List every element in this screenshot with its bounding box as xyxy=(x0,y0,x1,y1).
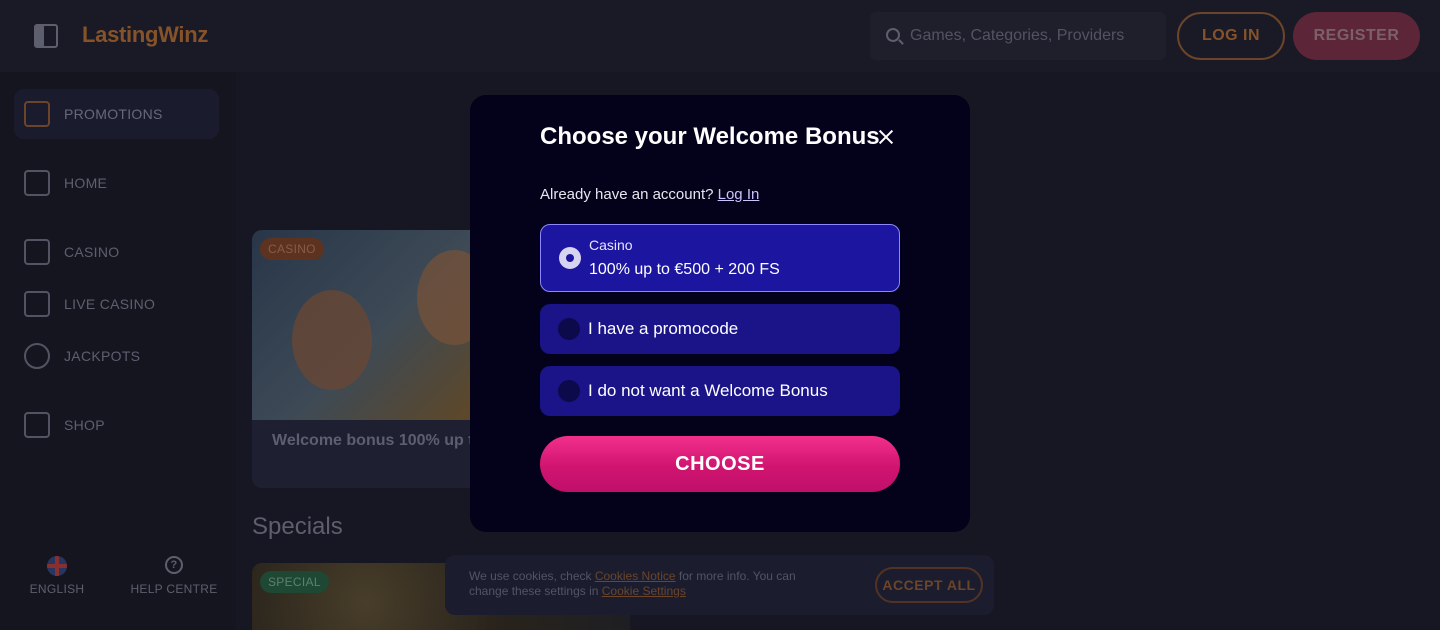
welcome-bonus-modal: Choose your Welcome Bonus Already have a… xyxy=(470,95,970,532)
bonus-option-promocode[interactable]: I have a promocode xyxy=(540,304,900,354)
option-category: Casino xyxy=(589,237,633,253)
radio-icon[interactable] xyxy=(558,380,580,402)
radio-selected-icon[interactable] xyxy=(559,247,581,269)
choose-button[interactable]: CHOOSE xyxy=(540,436,900,492)
option-label: I have a promocode xyxy=(588,319,739,338)
option-label: 100% up to €500 + 200 FS xyxy=(589,261,780,278)
option-label: I do not want a Welcome Bonus xyxy=(588,381,828,400)
radio-icon[interactable] xyxy=(558,318,580,340)
account-prompt: Already have an account? Log In xyxy=(540,186,760,203)
close-icon[interactable] xyxy=(874,125,898,149)
modal-login-link[interactable]: Log In xyxy=(718,186,760,203)
bonus-option-casino[interactable]: Casino 100% up to €500 + 200 FS xyxy=(540,224,900,292)
modal-title: Choose your Welcome Bonus xyxy=(540,123,880,150)
bonus-option-none[interactable]: I do not want a Welcome Bonus xyxy=(540,366,900,416)
